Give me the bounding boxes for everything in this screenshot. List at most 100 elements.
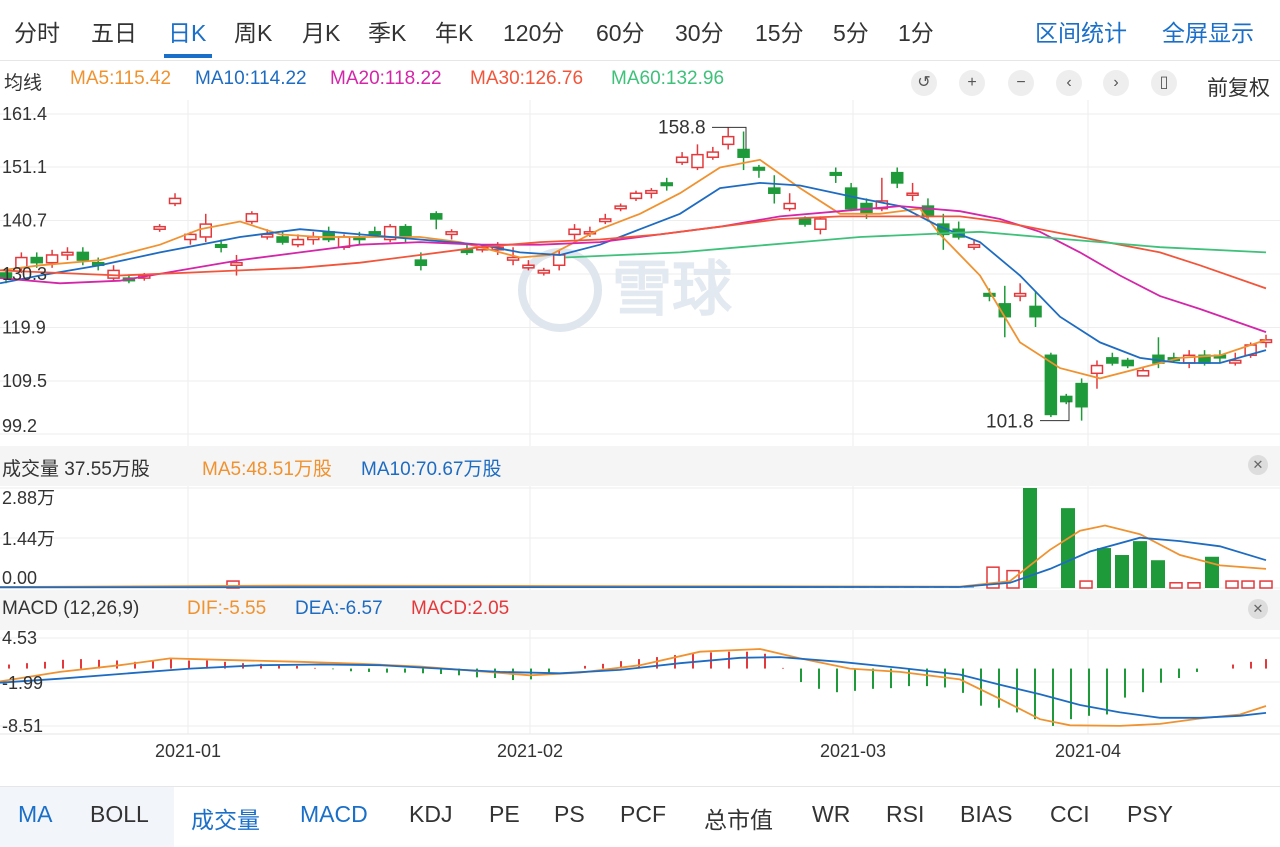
candle — [214, 243, 228, 248]
tab-rik[interactable]: 日K — [168, 14, 206, 48]
x-axis-label: 2021-02 — [497, 741, 563, 761]
macd-chart[interactable]: 4.53 -1.99 -8.51 2021-01 2021-02 2021-03 2021-… — [0, 630, 1280, 786]
y-axis-label: 161.4 — [2, 104, 47, 124]
tab-30fen[interactable]: 30分 — [675, 14, 724, 48]
indicator-tab-wr[interactable]: WR — [812, 801, 850, 828]
candle — [629, 192, 643, 200]
indicator-tab-bias[interactable]: BIAS — [960, 801, 1012, 828]
candle — [76, 251, 90, 261]
range-stats-link[interactable]: 区间统计 — [1035, 14, 1127, 48]
active-tab-indicator — [164, 54, 212, 58]
indicator-tab-rsi[interactable]: RSI — [886, 801, 924, 828]
candle — [445, 231, 458, 236]
indicator-tab-ps[interactable]: PS — [554, 801, 585, 828]
fullscreen-link[interactable]: 全屏显示 — [1162, 14, 1254, 48]
tab-jik[interactable]: 季K — [368, 14, 406, 48]
volume-ma5-line — [0, 524, 1267, 588]
ma5-value: MA5:115.42 — [70, 68, 172, 89]
macd-dif: DIF:-5.55 — [187, 598, 267, 619]
tab-fenshi[interactable]: 分时 — [14, 14, 60, 48]
candle — [1106, 357, 1119, 364]
tab-niank[interactable]: 年K — [435, 14, 473, 48]
candle — [368, 231, 382, 236]
volume-bar — [1187, 582, 1201, 589]
volume-bar — [1151, 560, 1165, 588]
low-annotation: 101.8 — [986, 412, 1034, 433]
candle — [814, 218, 827, 230]
volume-bar — [1169, 582, 1183, 589]
chevron-right-icon[interactable]: › — [1103, 70, 1129, 96]
y-axis-label: 1.44万 — [2, 529, 55, 549]
candle — [1121, 359, 1134, 367]
candle — [153, 225, 166, 230]
volume-bar — [1079, 580, 1093, 589]
candle — [645, 189, 658, 194]
y-axis-label: 109.5 — [2, 371, 47, 391]
close-icon[interactable]: ✕ — [1248, 599, 1268, 619]
volume-bar — [1241, 580, 1255, 589]
candle — [1090, 364, 1104, 375]
x-axis-label: 2021-03 — [820, 741, 886, 761]
y-axis-label: 151.1 — [2, 157, 47, 177]
tab-wuri[interactable]: 五日 — [91, 14, 137, 48]
candle — [890, 171, 904, 184]
tab-5fen[interactable]: 5分 — [833, 14, 869, 48]
candle — [537, 269, 551, 274]
ma-legend-title: 均线 — [4, 73, 43, 94]
tab-yuek[interactable]: 月K — [302, 14, 340, 48]
candle — [798, 218, 812, 225]
zoom-in-icon[interactable]: + — [959, 70, 985, 96]
candle — [706, 151, 720, 158]
close-icon[interactable]: ✕ — [1248, 455, 1268, 475]
y-axis-label: 140.7 — [2, 210, 47, 230]
candle — [30, 256, 43, 264]
y-axis-label: -8.51 — [2, 716, 43, 736]
indicator-tab-volume[interactable]: 成交量 — [191, 801, 260, 835]
indicator-tabbar: MA BOLL 成交量 MACD KDJ PE PS PCF 总市值 WR RS… — [0, 786, 1280, 847]
ma-line — [564, 230, 1267, 259]
candle — [522, 264, 535, 269]
candle — [614, 205, 627, 210]
tab-60fen[interactable]: 60分 — [596, 14, 645, 48]
volume-bar — [1115, 555, 1129, 588]
tab-120fen[interactable]: 120分 — [503, 14, 564, 48]
volume-chart[interactable]: 2.88万 1.44万 0.00 — [0, 486, 1280, 590]
macd-header: MACD (12,26,9) DIF:-5.55 DEA:-6.57 MACD:… — [0, 590, 1280, 630]
candle — [414, 259, 428, 267]
watermark-text: 雪球 — [612, 256, 733, 323]
candle — [276, 236, 289, 243]
indicator-tab-psy[interactable]: PSY — [1127, 801, 1173, 828]
indicator-tab-cci[interactable]: CCI — [1050, 801, 1090, 828]
y-axis-label: 99.2 — [2, 416, 37, 436]
indicator-tab-boll[interactable]: BOLL — [90, 801, 149, 828]
candle — [721, 135, 735, 146]
candle — [61, 251, 74, 256]
fuquan-select[interactable]: 前复权 — [1207, 72, 1270, 102]
y-axis-label: 119.9 — [2, 318, 46, 338]
tab-15fen[interactable]: 15分 — [755, 14, 804, 48]
indicator-tab-pe[interactable]: PE — [489, 801, 520, 828]
chevron-left-icon[interactable]: ‹ — [1056, 70, 1082, 96]
candle — [506, 256, 520, 261]
tab-zhouk[interactable]: 周K — [234, 14, 272, 48]
tab-1fen[interactable]: 1分 — [898, 14, 934, 48]
indicator-tab-kdj[interactable]: KDJ — [409, 801, 452, 828]
macd-value: MACD:2.05 — [411, 598, 510, 619]
candle-icon[interactable]: ▯ — [1151, 70, 1177, 96]
candlestick-chart[interactable]: 雪球 161.4 151.1 140.7 130.3 119.9 109.5 99.2 158.… — [0, 100, 1280, 446]
indicator-tab-market-cap[interactable]: 总市值 — [704, 801, 773, 835]
zoom-out-icon[interactable]: − — [1008, 70, 1034, 96]
indicator-tab-macd[interactable]: MACD — [300, 801, 368, 828]
undo-icon[interactable]: ↺ — [911, 70, 937, 96]
candle — [967, 243, 981, 248]
candle — [599, 218, 612, 223]
indicator-tab-ma[interactable]: MA — [18, 801, 53, 828]
volume-bar — [1259, 580, 1273, 589]
candle — [1059, 395, 1073, 403]
candle — [245, 213, 259, 223]
indicator-tab-pcf[interactable]: PCF — [620, 801, 666, 828]
candle — [1075, 382, 1088, 408]
ma-legend: 均线 MA5:115.42 MA10:114.22 MA20:118.22 MA… — [0, 60, 1280, 100]
ma10-value: MA10:114.22 — [195, 68, 307, 89]
candle — [399, 225, 412, 238]
